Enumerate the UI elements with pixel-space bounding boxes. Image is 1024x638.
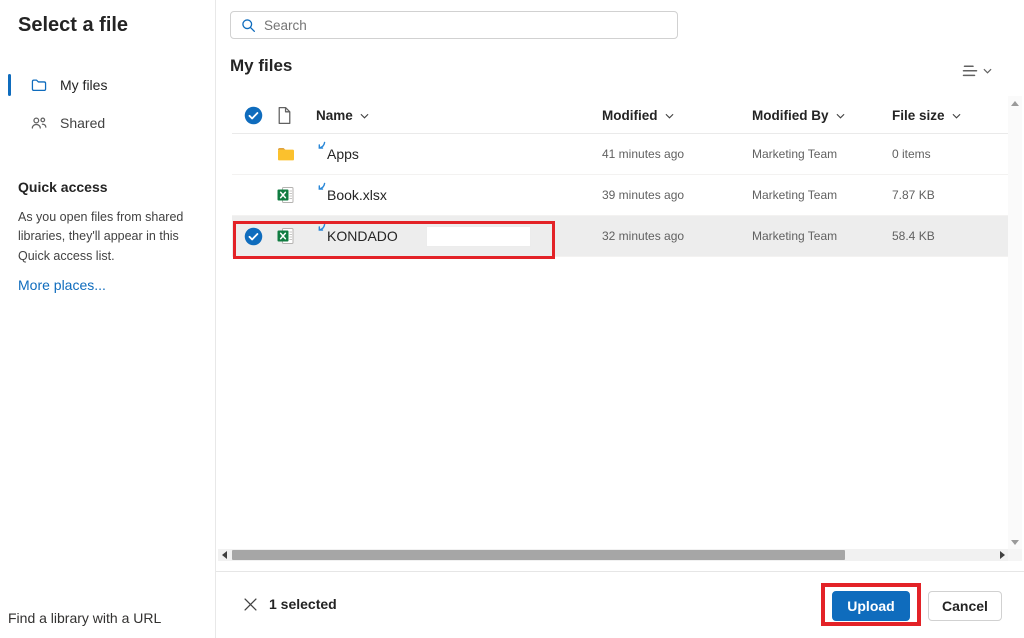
scroll-left-arrow[interactable] <box>218 549 230 561</box>
view-options-button[interactable] <box>962 60 1006 82</box>
column-header-modified[interactable]: Modified <box>602 108 752 123</box>
more-places-link[interactable]: More places... <box>18 277 106 293</box>
folder-outline-icon <box>30 76 48 94</box>
sidebar-item-my-files[interactable]: My files <box>0 70 216 100</box>
select-all-checkbox[interactable] <box>244 106 263 125</box>
sidebar: Select a file My files Shared Quick acce… <box>0 0 216 638</box>
excel-file-icon <box>276 226 296 246</box>
folder-icon <box>276 144 296 164</box>
vertical-scrollbar[interactable] <box>1008 96 1022 549</box>
modified-value: 41 minutes ago <box>602 147 752 161</box>
chevron-down-icon <box>360 113 369 119</box>
scrollbar-corner <box>1008 549 1022 561</box>
sort-lines-icon <box>962 64 978 78</box>
sidebar-item-label: My files <box>60 77 107 93</box>
dialog-footer: 1 selected Upload Cancel <box>216 571 1024 638</box>
new-item-badge-icon <box>316 223 326 233</box>
scroll-down-arrow[interactable] <box>1008 535 1022 549</box>
upload-button[interactable]: Upload <box>832 591 910 621</box>
search-placeholder: Search <box>264 18 307 33</box>
new-item-badge-icon <box>316 141 326 151</box>
quick-access-description: As you open files from shared libraries,… <box>18 208 200 266</box>
file-size-value: 58.4 KB <box>892 229 1008 243</box>
selected-indicator <box>8 74 11 96</box>
modified-by-value: Marketing Team <box>752 188 892 202</box>
people-icon <box>30 114 48 132</box>
quick-access-heading: Quick access <box>18 179 108 195</box>
scroll-right-arrow[interactable] <box>996 549 1008 561</box>
page-title: Select a file <box>18 14 128 37</box>
file-size-value: 7.87 KB <box>892 188 1008 202</box>
scrollbar-thumb[interactable] <box>232 550 845 560</box>
redaction-overlay <box>426 226 531 247</box>
column-header-name[interactable]: Name <box>316 108 369 123</box>
table-row-book-xlsx[interactable]: Book.xlsx 39 minutes ago Marketing Team … <box>232 175 1008 216</box>
scroll-up-arrow[interactable] <box>1008 96 1022 110</box>
row-checkbox-checked[interactable] <box>244 227 263 246</box>
modified-value: 39 minutes ago <box>602 188 752 202</box>
selected-count: 1 selected <box>269 596 337 612</box>
file-name: Apps <box>327 146 359 162</box>
chevron-down-icon <box>983 68 992 74</box>
column-header-file-size[interactable]: File size <box>892 108 1008 123</box>
modified-by-value: Marketing Team <box>752 229 892 243</box>
dismiss-selection-icon[interactable] <box>244 598 257 611</box>
horizontal-scrollbar[interactable] <box>218 549 1008 561</box>
file-name: KONDADO <box>327 228 398 244</box>
excel-file-icon <box>276 185 296 205</box>
new-item-badge-icon <box>316 182 326 192</box>
search-icon <box>241 18 256 33</box>
file-picker-dialog: Select a file My files Shared Quick acce… <box>0 0 1024 638</box>
table-row-apps[interactable]: Apps 41 minutes ago Marketing Team 0 ite… <box>232 134 1008 175</box>
document-outline-icon <box>276 106 293 125</box>
chevron-down-icon <box>665 113 674 119</box>
main-panel: Search My files <box>216 0 1024 638</box>
table-row-kondado-selected[interactable]: KONDADO 32 minutes ago Marketing Team 58… <box>232 216 1008 257</box>
cancel-button[interactable]: Cancel <box>928 591 1002 621</box>
find-library-link[interactable]: Find a library with a URL <box>8 610 161 626</box>
file-size-value: 0 items <box>892 147 1008 161</box>
file-table: Name Modified Modified By <box>232 98 1008 257</box>
modified-by-value: Marketing Team <box>752 147 892 161</box>
chevron-down-icon <box>952 113 961 119</box>
sidebar-item-shared[interactable]: Shared <box>0 108 216 138</box>
modified-value: 32 minutes ago <box>602 229 752 243</box>
search-input[interactable]: Search <box>230 11 678 39</box>
chevron-down-icon <box>836 113 845 119</box>
table-header-row: Name Modified Modified By <box>232 98 1008 134</box>
sidebar-item-label: Shared <box>60 115 105 131</box>
file-name: Book.xlsx <box>327 187 387 203</box>
section-heading: My files <box>230 56 292 76</box>
column-header-modified-by[interactable]: Modified By <box>752 108 892 123</box>
